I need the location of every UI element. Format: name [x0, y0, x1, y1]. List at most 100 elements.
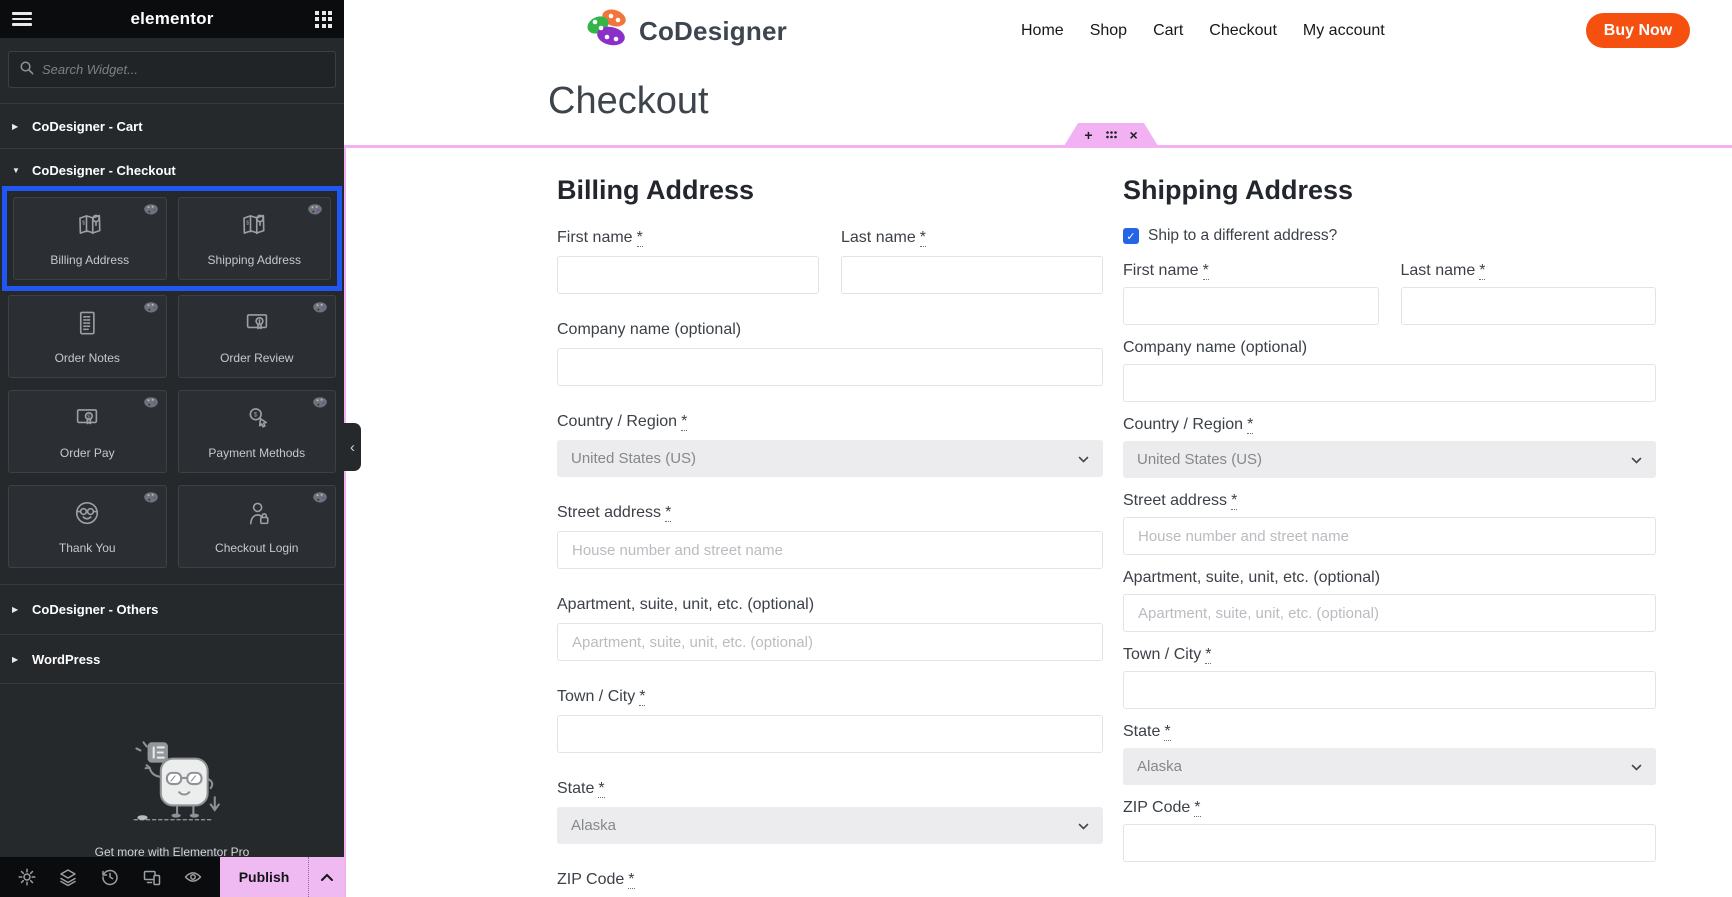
widget-card-checkout-login[interactable]: Checkout Login	[178, 485, 337, 568]
select-value: Alaska	[1137, 758, 1182, 775]
required-asterisk: *	[1247, 416, 1253, 434]
nav-item-cart[interactable]: Cart	[1153, 22, 1183, 40]
selected-widgets-outline: $Billing Address$Shipping Address	[2, 186, 342, 291]
shipping-town-city-field: Town / City*	[1123, 645, 1656, 709]
section-wordpress[interactable]: ▶ WordPress	[0, 634, 344, 684]
field-label: Company name (optional)	[1123, 338, 1656, 358]
publish-options-chevron[interactable]	[308, 857, 344, 897]
site-logo[interactable]: CoDesigner	[585, 8, 787, 55]
shipping-state-select[interactable]: Alaska	[1123, 748, 1656, 785]
section-codesigner-others[interactable]: ▶ CoDesigner - Others	[0, 584, 344, 634]
page-preview: CoDesigner Home Shop Cart Checkout My accoun…	[344, 0, 1732, 897]
caret-right-icon: ▶	[12, 605, 22, 614]
widget-grid: $Billing Address$Shipping Address Order …	[0, 186, 344, 584]
buy-now-button[interactable]: Buy Now	[1586, 13, 1690, 48]
nav-item-checkout[interactable]: Checkout	[1209, 22, 1277, 40]
select-value: United States (US)	[571, 450, 696, 467]
shipping-name-row: First name* Last name*	[1123, 261, 1656, 338]
shipping-first-name-input[interactable]	[1123, 287, 1379, 325]
billing-street-address-field: Street address*	[557, 503, 1103, 569]
add-section-icon[interactable]: +	[1084, 128, 1092, 142]
widget-card-thank-you[interactable]: Thank You	[8, 485, 167, 568]
required-asterisk: *	[1231, 492, 1237, 510]
caret-down-icon: ▼	[12, 166, 22, 175]
required-asterisk: *	[637, 229, 643, 247]
shipping-apartment-suite-unit-etc-optional-input[interactable]	[1123, 594, 1656, 632]
billing-street-address-input[interactable]	[557, 531, 1103, 569]
widget-card-order-review[interactable]: Order Review	[178, 295, 337, 378]
required-asterisk: *	[665, 504, 671, 522]
billing-town-city-input[interactable]	[557, 715, 1103, 753]
required-asterisk: *	[1164, 723, 1170, 741]
field-label: Company name (optional)	[557, 320, 1103, 340]
billing-country-region-select[interactable]: United States (US)	[557, 440, 1103, 477]
history-icon[interactable]	[96, 863, 124, 891]
field-label: Town / City*	[557, 687, 1103, 707]
apps-grid-icon[interactable]	[315, 11, 332, 28]
billing-apartment-suite-unit-etc-optional-input[interactable]	[557, 623, 1103, 661]
billing-state-field: State* Alaska	[557, 779, 1103, 844]
codesigner-badge-icon	[143, 491, 159, 509]
section-left-border	[344, 145, 346, 897]
search-input[interactable]	[42, 62, 325, 77]
required-asterisk: *	[681, 413, 687, 431]
section-codesigner-cart[interactable]: ▶ CoDesigner - Cart	[0, 103, 344, 148]
elementor-editor: elementor ▶ CoDesigner - Cart ▼ CoDesign…	[0, 0, 1732, 897]
ship-different-address-checkbox-row[interactable]: ✓ Ship to a different address?	[1123, 227, 1656, 245]
nav-item-shop[interactable]: Shop	[1090, 22, 1127, 40]
preview-icon[interactable]	[179, 863, 207, 891]
nav-item-my-account[interactable]: My account	[1303, 22, 1385, 40]
field-label: State*	[557, 779, 1103, 799]
nav-item-home[interactable]: Home	[1021, 22, 1064, 40]
field-label: Town / City*	[1123, 645, 1656, 665]
billing-zip-code-field: ZIP Code*	[557, 870, 1103, 897]
panel-collapse-handle[interactable]: ‹	[344, 423, 361, 471]
widget-card-order-pay[interactable]: $Order Pay	[8, 390, 167, 473]
shipping-last-name-input[interactable]	[1401, 287, 1657, 325]
publish-button[interactable]: Publish	[220, 857, 308, 897]
field-label: Last name*	[1401, 261, 1657, 281]
billing-company-name-optional-input[interactable]	[557, 348, 1103, 386]
widget-card-payment-methods[interactable]: $Payment Methods	[178, 390, 337, 473]
billing-first-name-input[interactable]	[557, 256, 819, 294]
required-asterisk: *	[1205, 646, 1211, 664]
widget-card-shipping-address[interactable]: $Shipping Address	[178, 197, 332, 280]
shipping-street-address-input[interactable]	[1123, 517, 1656, 555]
widget-label: Thank You	[59, 541, 116, 555]
shipping-first-name-field: First name*	[1123, 261, 1379, 325]
navigator-icon[interactable]	[54, 863, 82, 891]
chevron-down-icon	[1078, 450, 1089, 467]
checkbox-checked-icon[interactable]: ✓	[1123, 228, 1139, 244]
widget-label: Order Review	[220, 351, 293, 365]
caret-right-icon: ▶	[12, 655, 22, 664]
drag-section-icon[interactable]	[1106, 131, 1117, 139]
widget-card-billing-address[interactable]: $Billing Address	[13, 197, 167, 280]
svg-text:$: $	[254, 412, 258, 419]
settings-icon[interactable]	[13, 863, 41, 891]
billing-name-row: First name*Last name*	[557, 228, 1103, 320]
billing-last-name-input[interactable]	[841, 256, 1103, 294]
shipping-zip-code-input[interactable]	[1123, 824, 1656, 862]
field-label: Country / Region*	[557, 412, 1103, 432]
shipping-last-name-field: Last name*	[1401, 261, 1657, 325]
responsive-icon[interactable]	[138, 863, 166, 891]
section-handle: + ×	[1064, 123, 1158, 146]
shipping-state-field: State* Alaska	[1123, 722, 1656, 785]
elementor-panel: elementor ▶ CoDesigner - Cart ▼ CoDesign…	[0, 0, 344, 897]
shipping-country-region-select[interactable]: United States (US)	[1123, 441, 1656, 478]
billing-company-name-optional-field: Company name (optional)	[557, 320, 1103, 386]
required-asterisk: *	[920, 229, 926, 247]
billing-state-select[interactable]: Alaska	[557, 807, 1103, 844]
shipping-town-city-input[interactable]	[1123, 671, 1656, 709]
field-label: State*	[1123, 722, 1656, 742]
field-label: ZIP Code*	[557, 870, 1103, 890]
shipping-zip-code-field: ZIP Code*	[1123, 798, 1656, 862]
shipping-heading: Shipping Address	[1123, 177, 1656, 204]
panel-header: elementor	[0, 0, 344, 38]
close-section-icon[interactable]: ×	[1130, 128, 1138, 142]
widget-card-order-notes[interactable]: Order Notes	[8, 295, 167, 378]
svg-text:$: $	[246, 220, 250, 226]
codesigner-palette-icon	[585, 8, 631, 55]
shipping-company-name-optional-input[interactable]	[1123, 364, 1656, 402]
codesigner-badge-icon	[312, 396, 328, 414]
